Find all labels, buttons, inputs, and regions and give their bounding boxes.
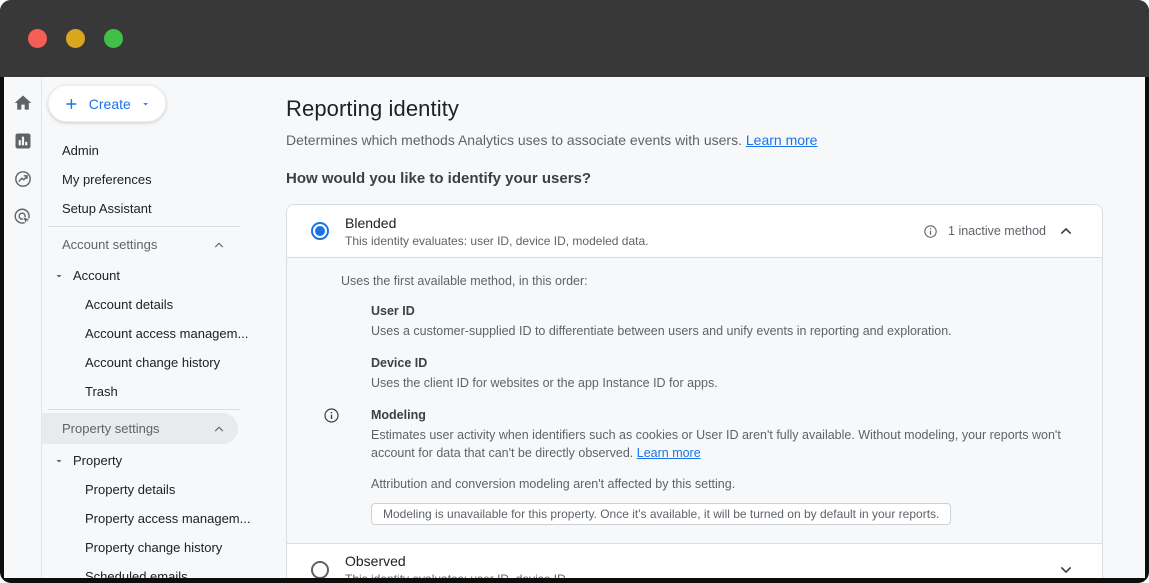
sidebar-section-property-settings[interactable]: Property settings (42, 413, 238, 444)
blended-subtitle: This identity evaluates: user ID, device… (345, 234, 649, 248)
sidebar-item-property-access-management[interactable]: Property access managem... (42, 504, 266, 533)
sidebar-item-label: Trash (85, 384, 118, 399)
identity-options-card: Blended This identity evaluates: user ID… (286, 204, 1103, 578)
info-icon (923, 224, 938, 239)
method-name: Modeling (371, 408, 1072, 422)
observed-option-header[interactable]: Observed This identity evaluates: user I… (287, 544, 1102, 579)
sidebar-item-admin[interactable]: Admin (42, 136, 266, 165)
section-label: Property settings (62, 421, 160, 436)
blended-details: Uses the first available method, in this… (287, 257, 1102, 544)
caret-down-icon (53, 270, 65, 282)
method-user-id: User ID Uses a customer-supplied ID to d… (371, 304, 1072, 340)
section-label: Account settings (62, 237, 157, 252)
window-titlebar (0, 0, 1149, 77)
method-description: Uses the client ID for websites or the a… (371, 374, 1072, 392)
observed-radio[interactable] (311, 561, 329, 579)
minimize-window-button[interactable] (66, 29, 85, 48)
sidebar-item-label: Account details (85, 297, 173, 312)
sidebar-item-property-details[interactable]: Property details (42, 475, 266, 504)
sidebar-item-trash[interactable]: Trash (42, 377, 266, 406)
app-window: Create Admin My preferences Setup Assist… (0, 0, 1149, 583)
sidebar-item-label: Property (73, 453, 122, 468)
method-device-id: Device ID Uses the client ID for website… (371, 356, 1072, 392)
blended-title: Blended (345, 215, 649, 231)
explore-icon[interactable] (13, 169, 33, 189)
modeling-unavailable-note: Modeling is unavailable for this propert… (371, 503, 951, 525)
sidebar-section-account-settings[interactable]: Account settings (42, 230, 238, 259)
reports-icon[interactable] (13, 131, 33, 151)
method-modeling: Modeling Estimates user activity when id… (371, 408, 1072, 490)
blended-radio[interactable] (311, 222, 329, 240)
method-description: Estimates user activity when identifiers… (371, 426, 1072, 462)
sidebar-item-label: Account access managem... (85, 326, 248, 341)
sidebar-item-scheduled-emails[interactable]: Scheduled emails (42, 562, 266, 578)
learn-more-link[interactable]: Learn more (746, 132, 818, 148)
advertising-icon[interactable] (13, 207, 33, 227)
sidebar-item-label: Property details (85, 482, 175, 497)
sidebar-divider (48, 226, 240, 227)
page-description: Determines which methods Analytics uses … (286, 132, 1145, 148)
sidebar-item-property[interactable]: Property (42, 446, 266, 475)
sidebar-item-label: Property change history (85, 540, 222, 555)
zoom-window-button[interactable] (104, 29, 123, 48)
sidebar-item-my-preferences[interactable]: My preferences (42, 165, 266, 194)
sidebar-item-label: Property access managem... (85, 511, 250, 526)
identify-users-question: How would you like to identify your user… (286, 170, 1145, 187)
blended-option-text: Blended This identity evaluates: user ID… (345, 215, 649, 248)
sidebar-item-label: Scheduled emails (85, 569, 188, 578)
blended-header-right: 1 inactive method (923, 221, 1076, 241)
sidebar-item-label: Setup Assistant (62, 201, 152, 216)
create-button[interactable]: Create (48, 85, 166, 122)
caret-down-icon (53, 455, 65, 467)
observed-title: Observed (345, 553, 569, 569)
sidebar-item-label: Account (73, 268, 120, 283)
blended-option-header[interactable]: Blended This identity evaluates: user ID… (287, 205, 1102, 257)
sidebar-item-property-change-history[interactable]: Property change history (42, 533, 266, 562)
blended-intro: Uses the first available method, in this… (341, 274, 1072, 288)
chevron-up-icon (212, 422, 226, 436)
page-title: Reporting identity (286, 96, 1145, 122)
sidebar-item-setup-assistant[interactable]: Setup Assistant (42, 194, 266, 223)
sidebar-item-label: Account change history (85, 355, 220, 370)
reporting-identity-panel: Reporting identity Determines which meth… (266, 77, 1145, 578)
nav-rail (4, 77, 42, 578)
modeling-note: Attribution and conversion modeling aren… (371, 477, 1072, 491)
plus-icon (63, 95, 80, 113)
method-name: Device ID (371, 356, 1072, 370)
sidebar-item-label: My preferences (62, 172, 152, 187)
observed-subtitle: This identity evaluates: user ID, device… (345, 572, 569, 578)
modeling-learn-more-link[interactable]: Learn more (637, 446, 701, 460)
page-description-text: Determines which methods Analytics uses … (286, 132, 742, 148)
sidebar-item-account[interactable]: Account (42, 261, 266, 290)
admin-sidebar: Create Admin My preferences Setup Assist… (42, 77, 266, 578)
collapse-blended-icon[interactable] (1056, 221, 1076, 241)
info-icon (323, 407, 340, 424)
radio-dot (315, 226, 325, 236)
create-button-label: Create (89, 96, 131, 112)
method-description: Uses a customer-supplied ID to different… (371, 322, 1072, 340)
method-name: User ID (371, 304, 1072, 318)
window-frame: Create Admin My preferences Setup Assist… (0, 0, 1149, 583)
sidebar-item-account-access-management[interactable]: Account access managem... (42, 319, 266, 348)
chevron-up-icon (212, 238, 226, 252)
sidebar-item-label: Admin (62, 143, 99, 158)
chevron-down-icon (140, 98, 151, 110)
sidebar-item-account-details[interactable]: Account details (42, 290, 266, 319)
inactive-method-badge: 1 inactive method (948, 224, 1046, 238)
observed-header-right (1056, 560, 1076, 579)
modeling-description-text: Estimates user activity when identifiers… (371, 428, 1061, 460)
expand-observed-icon[interactable] (1056, 560, 1076, 579)
observed-option-text: Observed This identity evaluates: user I… (345, 553, 569, 578)
sidebar-divider (48, 409, 240, 410)
home-icon[interactable] (13, 93, 33, 113)
window-content: Create Admin My preferences Setup Assist… (4, 77, 1145, 578)
close-window-button[interactable] (28, 29, 47, 48)
sidebar-item-account-change-history[interactable]: Account change history (42, 348, 266, 377)
